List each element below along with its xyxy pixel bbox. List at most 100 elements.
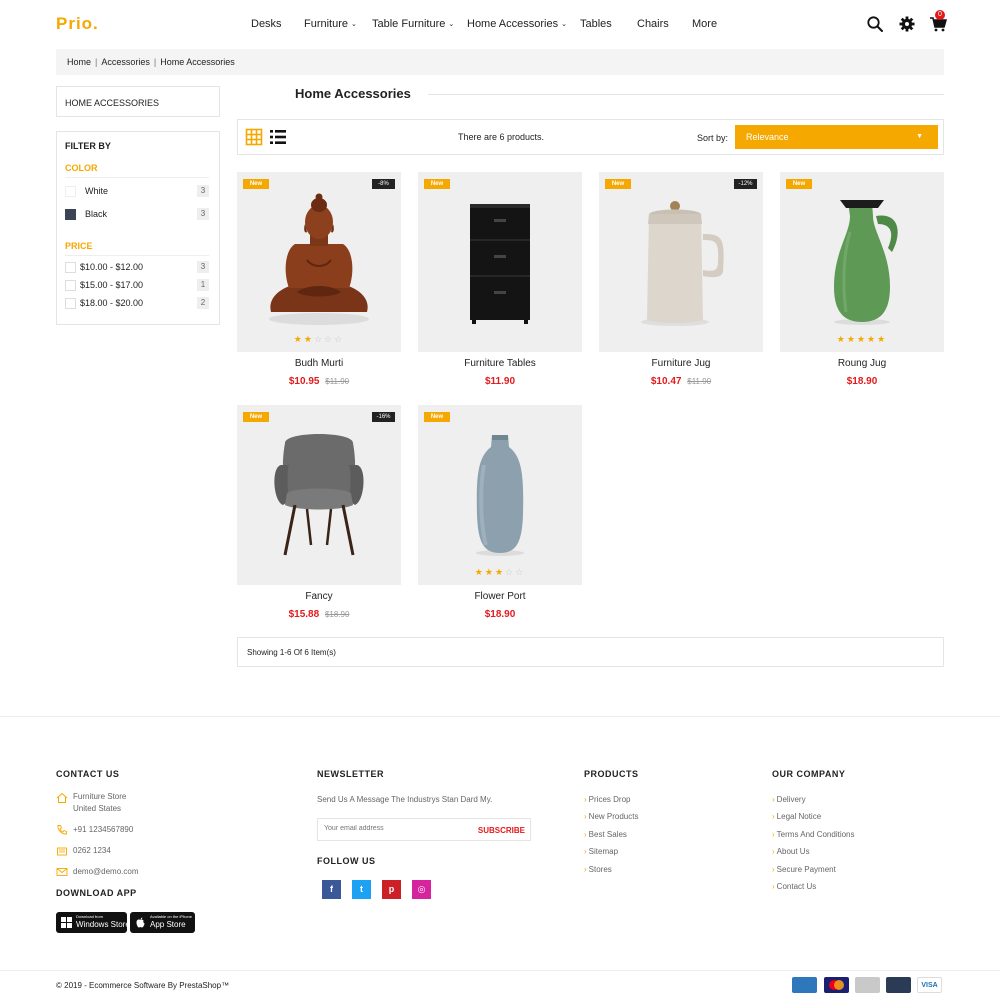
product-current-price: $10.47 [650, 376, 682, 387]
filter-row-count: 3 [197, 261, 209, 273]
list-view-icon[interactable] [269, 128, 287, 146]
grid-view-icon[interactable] [245, 128, 263, 146]
footer-address-line2: United States [73, 804, 122, 813]
app-store-badge[interactable]: Available on the iPhone App Store [130, 912, 195, 933]
footer-link[interactable]: › Delivery [772, 795, 806, 804]
footer-link[interactable]: › Stores [584, 865, 612, 874]
footer-phone[interactable]: +91 1234567890 [73, 825, 133, 834]
pagination-summary: Showing 1-6 Of 6 Item(s) [237, 637, 944, 667]
product-image[interactable]: New [418, 172, 582, 352]
product-name[interactable]: Furniture Tables [418, 358, 582, 369]
home-icon [56, 792, 68, 803]
footer-newsletter-title: NEWSLETTER [317, 769, 384, 779]
star-empty-icon: ☆ [313, 334, 325, 344]
product-image[interactable]: New ★★★☆☆ [418, 405, 582, 585]
star-filled-icon: ★ [303, 334, 314, 344]
product-rating: ★★☆☆☆ [237, 334, 401, 345]
chevron-right-icon: › [772, 864, 775, 874]
star-filled-icon: ★ [494, 567, 506, 577]
star-filled-icon: ★ [846, 334, 857, 344]
subscribe-button[interactable]: SUBSCRIBE [478, 826, 525, 835]
filter-row-label: $15.00 - $17.00 [80, 280, 144, 290]
product-current-price: $18.90 [846, 376, 878, 387]
category-title[interactable]: HOME ACCESSORIES [65, 98, 159, 108]
product-name[interactable]: Roung Jug [780, 358, 944, 369]
search-icon[interactable] [866, 15, 884, 33]
filter-color-black[interactable]: Black 3 [65, 208, 209, 222]
footer-link[interactable]: › Secure Payment [772, 865, 836, 874]
windows-store-badge[interactable]: Download from Windows Store [56, 912, 130, 933]
filter-color-white[interactable]: White 3 [65, 185, 209, 199]
chevron-right-icon: › [584, 864, 587, 874]
filter-box: FILTER BY COLOR White 3 Black 3 PRICE $1… [56, 131, 220, 325]
product-rating: ★★★☆☆ [418, 567, 582, 578]
footer-email[interactable]: demo@demo.com [73, 867, 138, 876]
gear-icon[interactable] [898, 15, 916, 33]
nav-item-chairs[interactable]: Chairs [637, 18, 669, 30]
star-filled-icon: ★ [293, 334, 304, 344]
star-empty-icon: ☆ [334, 334, 345, 344]
product-image[interactable]: New ★★★★★ [780, 172, 944, 352]
instagram-icon[interactable]: ◎ [412, 880, 431, 899]
pinterest-icon[interactable]: p [382, 880, 401, 899]
filter-row-count: 3 [197, 185, 209, 197]
nav-item-furniture[interactable]: Furniture ⌄ [304, 18, 357, 30]
footer-link[interactable]: › Best Sales [584, 830, 627, 839]
product-name[interactable]: Fancy [237, 591, 401, 602]
mastercard-logo [829, 980, 844, 990]
new-badge: New [786, 179, 812, 189]
product-old-price: $11.90 [325, 377, 350, 386]
star-filled-icon: ★ [484, 567, 495, 577]
product-image[interactable]: New -12% [599, 172, 763, 352]
footer-link[interactable]: › Prices Drop [584, 795, 630, 804]
discover-payment-icon [886, 977, 911, 993]
breadcrumb-item-accessories[interactable]: Accessories [101, 57, 150, 67]
chevron-down-icon: ▼ [916, 133, 923, 140]
filter-row-count: 1 [197, 279, 209, 291]
twitter-icon[interactable]: t [352, 880, 371, 899]
product-image[interactable]: New -8% ★★☆☆☆ [237, 172, 401, 352]
footer-link[interactable]: › About Us [772, 847, 810, 856]
filter-price-label: PRICE [65, 241, 93, 251]
product-price: $15.88 $18.90 [237, 609, 401, 620]
page-title: Home Accessories [295, 86, 411, 101]
new-badge: New [605, 179, 631, 189]
footer-link[interactable]: › Sitemap [584, 847, 618, 856]
nav-item-more[interactable]: More [692, 18, 717, 30]
product-name[interactable]: Furniture Jug [599, 358, 763, 369]
nav-item-home-accessories[interactable]: Home Accessories ⌄ [467, 18, 567, 30]
nav-item-tables[interactable]: Tables [580, 18, 612, 30]
site-header: Prio. Desks Furniture ⌄ Table Furniture ⌄ … [0, 0, 1000, 48]
filter-color-label: COLOR [65, 163, 98, 173]
price-checkbox[interactable] [65, 280, 76, 291]
main-nav: Desks Furniture ⌄ Table Furniture ⌄ Home A… [0, 18, 1000, 32]
nav-item-desks[interactable]: Desks [251, 18, 282, 30]
breadcrumb-separator: | [95, 57, 98, 67]
footer-address-line1: Furniture Store [73, 792, 127, 801]
newsletter-email-input[interactable] [324, 825, 464, 832]
mail-icon [56, 868, 68, 876]
price-checkbox[interactable] [65, 298, 76, 309]
product-image[interactable]: New -16% [237, 405, 401, 585]
product-name[interactable]: Budh Murti [237, 358, 401, 369]
facebook-icon[interactable]: f [322, 880, 341, 899]
footer-link[interactable]: › Legal Notice [772, 812, 821, 821]
price-checkbox[interactable] [65, 262, 76, 273]
star-filled-icon: ★ [474, 567, 485, 577]
sort-dropdown[interactable]: Relevance ▼ [735, 125, 938, 149]
footer-link[interactable]: › New Products [584, 812, 638, 821]
filter-price-15-17[interactable]: $15.00 - $17.00 1 [65, 279, 209, 293]
breadcrumb-item-home[interactable]: Home [67, 57, 91, 67]
filter-price-18-20[interactable]: $18.00 - $20.00 2 [65, 297, 209, 311]
product-name[interactable]: Flower Port [418, 591, 582, 602]
color-swatch-white[interactable] [65, 186, 76, 197]
product-price: $11.90 [418, 376, 582, 387]
discount-badge: -12% [734, 179, 757, 189]
title-divider [428, 94, 944, 95]
product-toolbar: There are 6 products. Sort by: Relevance… [237, 119, 944, 155]
color-swatch-black[interactable] [65, 209, 76, 220]
footer-link[interactable]: › Contact Us [772, 882, 816, 891]
footer-link[interactable]: › Terms And Conditions [772, 830, 855, 839]
filter-price-10-12[interactable]: $10.00 - $12.00 3 [65, 261, 209, 275]
nav-item-table-furniture[interactable]: Table Furniture ⌄ [372, 18, 454, 30]
